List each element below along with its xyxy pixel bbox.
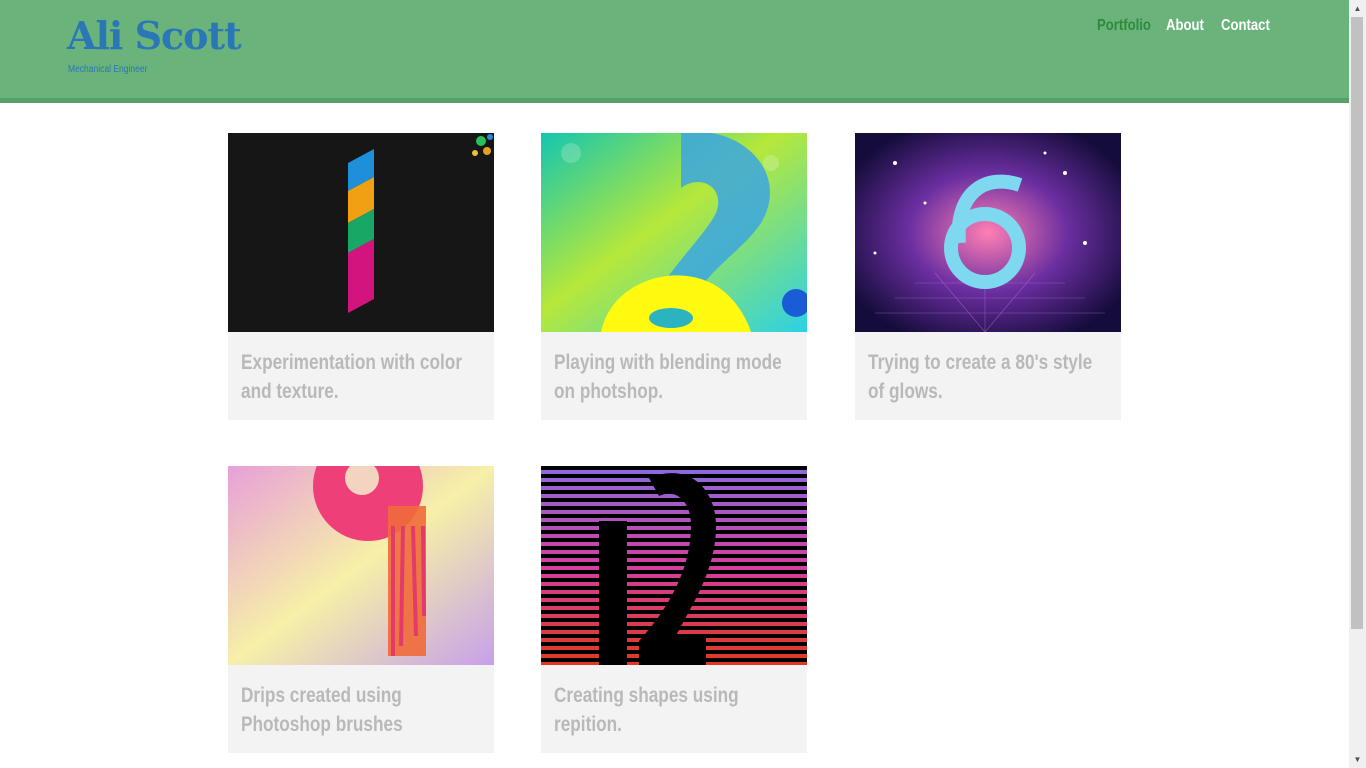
site-title[interactable]: Ali Scott [67,12,242,60]
nav-about[interactable]: About [1166,16,1204,36]
nav-contact[interactable]: Contact [1221,16,1270,36]
card-caption: Trying to create a 80's style of glows. [855,332,1121,420]
site-tagline: Mechanical Engineer [68,64,148,75]
scrollbar-thumb[interactable] [1351,17,1363,629]
vertical-scrollbar[interactable]: ▲ ▼ [1349,0,1366,768]
card-caption: Drips created using Photoshop brushes [228,665,494,753]
card-caption: Experimentation with color and texture. [228,332,494,420]
scroll-down-icon[interactable]: ▼ [1349,751,1366,768]
portfolio-card[interactable]: Playing with blending mode on photshop. [541,133,807,420]
portfolio-card[interactable]: Experimentation with color and texture. [228,133,494,420]
portfolio-card[interactable]: Drips created using Photoshop brushes [228,466,494,753]
site-header: Ali Scott Mechanical Engineer Portfolio … [0,0,1349,103]
portfolio-card[interactable]: Creating shapes using repition. [541,466,807,753]
portfolio-image-5[interactable] [541,466,807,665]
portfolio-card[interactable]: Trying to create a 80's style of glows. [855,133,1121,420]
portfolio-image-3[interactable] [855,133,1121,332]
scroll-up-icon[interactable]: ▲ [1349,0,1366,17]
portfolio-image-4[interactable] [228,466,494,665]
portfolio-image-1[interactable] [228,133,494,332]
card-caption: Playing with blending mode on photshop. [541,332,807,420]
card-caption: Creating shapes using repition. [541,665,807,753]
nav-portfolio[interactable]: Portfolio [1097,16,1151,36]
portfolio-image-2[interactable] [541,133,807,332]
